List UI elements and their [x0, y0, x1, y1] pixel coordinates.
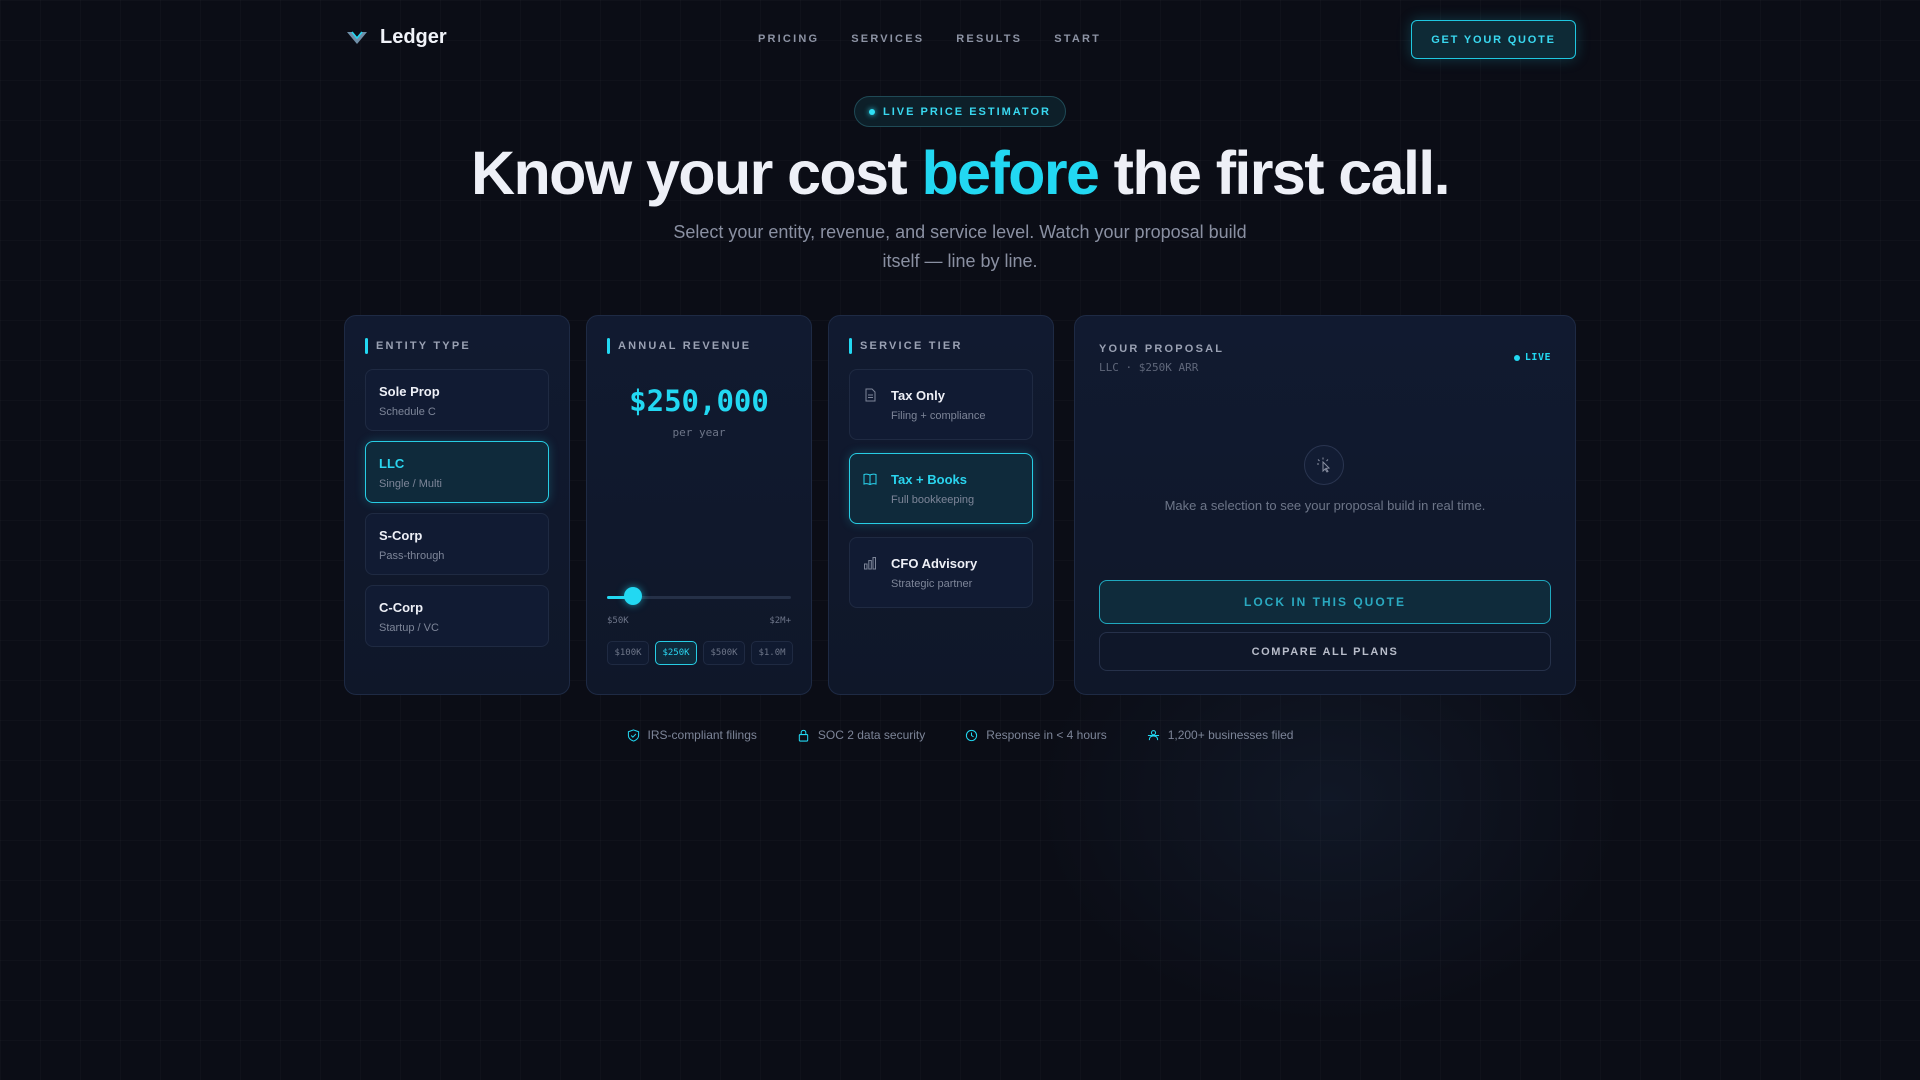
trust-label: 1,200+ businesses filed [1167, 728, 1294, 742]
tier-option-tax-only[interactable]: Tax Only Filing + compliance [849, 369, 1033, 440]
logo-text: Ledger [380, 26, 447, 48]
tier-sub: Strategic partner [891, 578, 973, 590]
trust-label: IRS-compliant filings [647, 728, 757, 742]
revenue-slider-thumb[interactable] [623, 587, 642, 605]
trust-item-irs: IRS-compliant filings [627, 728, 757, 742]
entity-option-sole-prop[interactable]: Sole Prop Schedule C [365, 369, 549, 431]
badge-label: LIVE PRICE ESTIMATOR [883, 105, 1051, 118]
tier-heading: SERVICE TIER [849, 338, 963, 354]
heading-accent-bar [607, 338, 610, 354]
entity-type-panel: ENTITY TYPE Sole Prop Schedule C LLC Sin… [344, 315, 570, 695]
users-icon [1147, 729, 1159, 740]
nav-link-start[interactable]: START [1054, 33, 1101, 45]
proposal-subtitle: LLC · $250K ARR [1099, 361, 1199, 374]
option-sub: Startup / VC [379, 622, 439, 634]
headline-post: the first call. [1098, 139, 1451, 207]
preset-100k[interactable]: $100K [607, 641, 649, 665]
nav-links: PRICING SERVICES RESULTS START [758, 33, 1101, 45]
entity-heading: ENTITY TYPE [365, 338, 471, 354]
live-label: LIVE [1524, 352, 1551, 363]
shield-check-icon [627, 728, 639, 742]
page-subtitle: Select your entity, revenue, and service… [673, 222, 1247, 271]
preset-500k[interactable]: $500K [703, 641, 745, 665]
lock-icon [798, 729, 809, 742]
tier-title: CFO Advisory [891, 556, 978, 571]
option-title: Sole Prop [379, 384, 440, 399]
entity-option-c-corp[interactable]: C-Corp Startup / VC [365, 585, 549, 647]
preset-1m[interactable]: $1.0M [751, 641, 793, 665]
cursor-icon [1317, 457, 1331, 473]
heading-accent-bar [849, 338, 852, 354]
bar-chart-icon [864, 557, 876, 570]
live-dot [1513, 354, 1520, 361]
revenue-amount: $250,000 [629, 384, 769, 418]
tier-option-tax-books[interactable]: Tax + Books Full bookkeeping [849, 453, 1033, 524]
nav-link-results[interactable]: RESULTS [956, 33, 1022, 45]
option-sub: Single / Multi [379, 478, 442, 490]
tier-sub: Full bookkeeping [891, 494, 975, 506]
book-icon [863, 473, 877, 486]
lock-quote-button[interactable]: LOCK IN THIS QUOTE [1099, 580, 1551, 624]
option-title: LLC [379, 456, 405, 471]
option-sub: Schedule C [379, 406, 436, 418]
trust-row: IRS-compliant filings SOC 2 data securit… [0, 728, 1920, 742]
nav-link-pricing[interactable]: PRICING [758, 33, 819, 45]
revenue-heading-label: ANNUAL REVENUE [618, 340, 752, 352]
live-indicator: LIVE [1513, 352, 1551, 363]
nav-link-services[interactable]: SERVICES [851, 33, 924, 45]
trust-item-soc2: SOC 2 data security [797, 728, 925, 742]
option-title: S-Corp [379, 528, 423, 543]
proposal-panel: YOUR PROPOSAL LLC · $250K ARR LIVE Make … [1074, 315, 1576, 695]
preset-250k[interactable]: $250K [655, 641, 697, 665]
trust-label: SOC 2 data security [817, 728, 926, 742]
option-title: C-Corp [379, 600, 424, 615]
service-tier-panel: SERVICE TIER Tax Only Filing + complianc… [828, 315, 1054, 695]
headline-pre: Know your cost [471, 139, 922, 207]
proposal-empty-text: Make a selection to see your proposal bu… [1164, 498, 1486, 513]
revenue-period: per year [672, 426, 726, 439]
top-nav: Ledger PRICING SERVICES RESULTS START GE… [344, 20, 1576, 59]
tier-option-cfo-advisory[interactable]: CFO Advisory Strategic partner [849, 537, 1033, 608]
logo-icon [347, 30, 367, 44]
trust-label: Response in < 4 hours [986, 728, 1107, 742]
revenue-presets: $100K $250K $500K $1.0M [607, 641, 793, 665]
slider-min-label: $50K [607, 616, 629, 626]
trust-item-businesses: 1,200+ businesses filed [1147, 728, 1294, 742]
entity-option-llc[interactable]: LLC Single / Multi [365, 441, 549, 503]
entity-option-s-corp[interactable]: S-Corp Pass-through [365, 513, 549, 575]
annual-revenue-panel: ANNUAL REVENUE $250,000 per year $50K $2… [586, 315, 812, 695]
pointer-click-icon [1304, 445, 1344, 485]
proposal-title: YOUR PROPOSAL [1099, 343, 1225, 355]
tier-title: Tax + Books [891, 472, 967, 487]
tier-heading-label: SERVICE TIER [860, 340, 963, 352]
revenue-heading: ANNUAL REVENUE [607, 338, 751, 354]
heading-accent-bar [365, 338, 368, 354]
headline-accent: before [921, 139, 1099, 207]
entity-heading-label: ENTITY TYPE [376, 340, 471, 352]
clock-icon [966, 729, 978, 741]
get-quote-button[interactable]: GET YOUR QUOTE [1411, 20, 1576, 59]
live-estimator-badge: LIVE PRICE ESTIMATOR [854, 96, 1066, 127]
document-icon [865, 388, 876, 402]
trust-item-response: Response in < 4 hours [965, 728, 1107, 742]
logo[interactable]: Ledger [346, 26, 447, 49]
option-sub: Pass-through [379, 550, 445, 562]
slider-max-label: $2M+ [769, 616, 791, 626]
compare-plans-button[interactable]: COMPARE ALL PLANS [1099, 632, 1551, 671]
tier-sub: Filing + compliance [891, 410, 986, 422]
live-dot [869, 108, 876, 115]
page-title: Know your cost before the first call. [0, 138, 1920, 208]
tier-title: Tax Only [891, 388, 945, 403]
